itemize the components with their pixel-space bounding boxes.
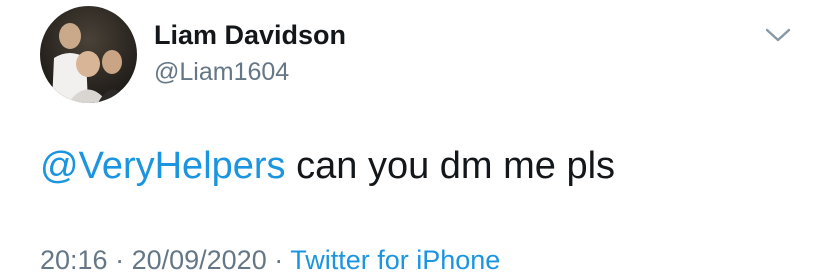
meta-separator: ·: [266, 245, 291, 275]
tweet-text-content: can you dm me pls: [285, 145, 616, 187]
tweet-meta: 20:16 · 20/09/2020 · Twitter for iPhone: [40, 244, 500, 276]
avatar[interactable]: [40, 6, 137, 103]
mention-link[interactable]: @VeryHelpers: [40, 145, 286, 187]
avatar-photo: [40, 6, 137, 103]
meta-separator: ·: [107, 245, 132, 275]
author-handle[interactable]: @Liam1604: [154, 58, 289, 87]
tweet-date[interactable]: 20/09/2020: [132, 245, 267, 275]
chevron-down-icon[interactable]: [764, 26, 792, 44]
tweet-source-link[interactable]: Twitter for iPhone: [290, 245, 500, 275]
author-display-name[interactable]: Liam Davidson: [154, 20, 346, 51]
tweet-text: @VeryHelpers can you dm me pls: [40, 142, 615, 190]
tweet-card: Liam Davidson @Liam1604 @VeryHelpers can…: [0, 0, 827, 275]
tweet-time[interactable]: 20:16: [40, 245, 108, 275]
